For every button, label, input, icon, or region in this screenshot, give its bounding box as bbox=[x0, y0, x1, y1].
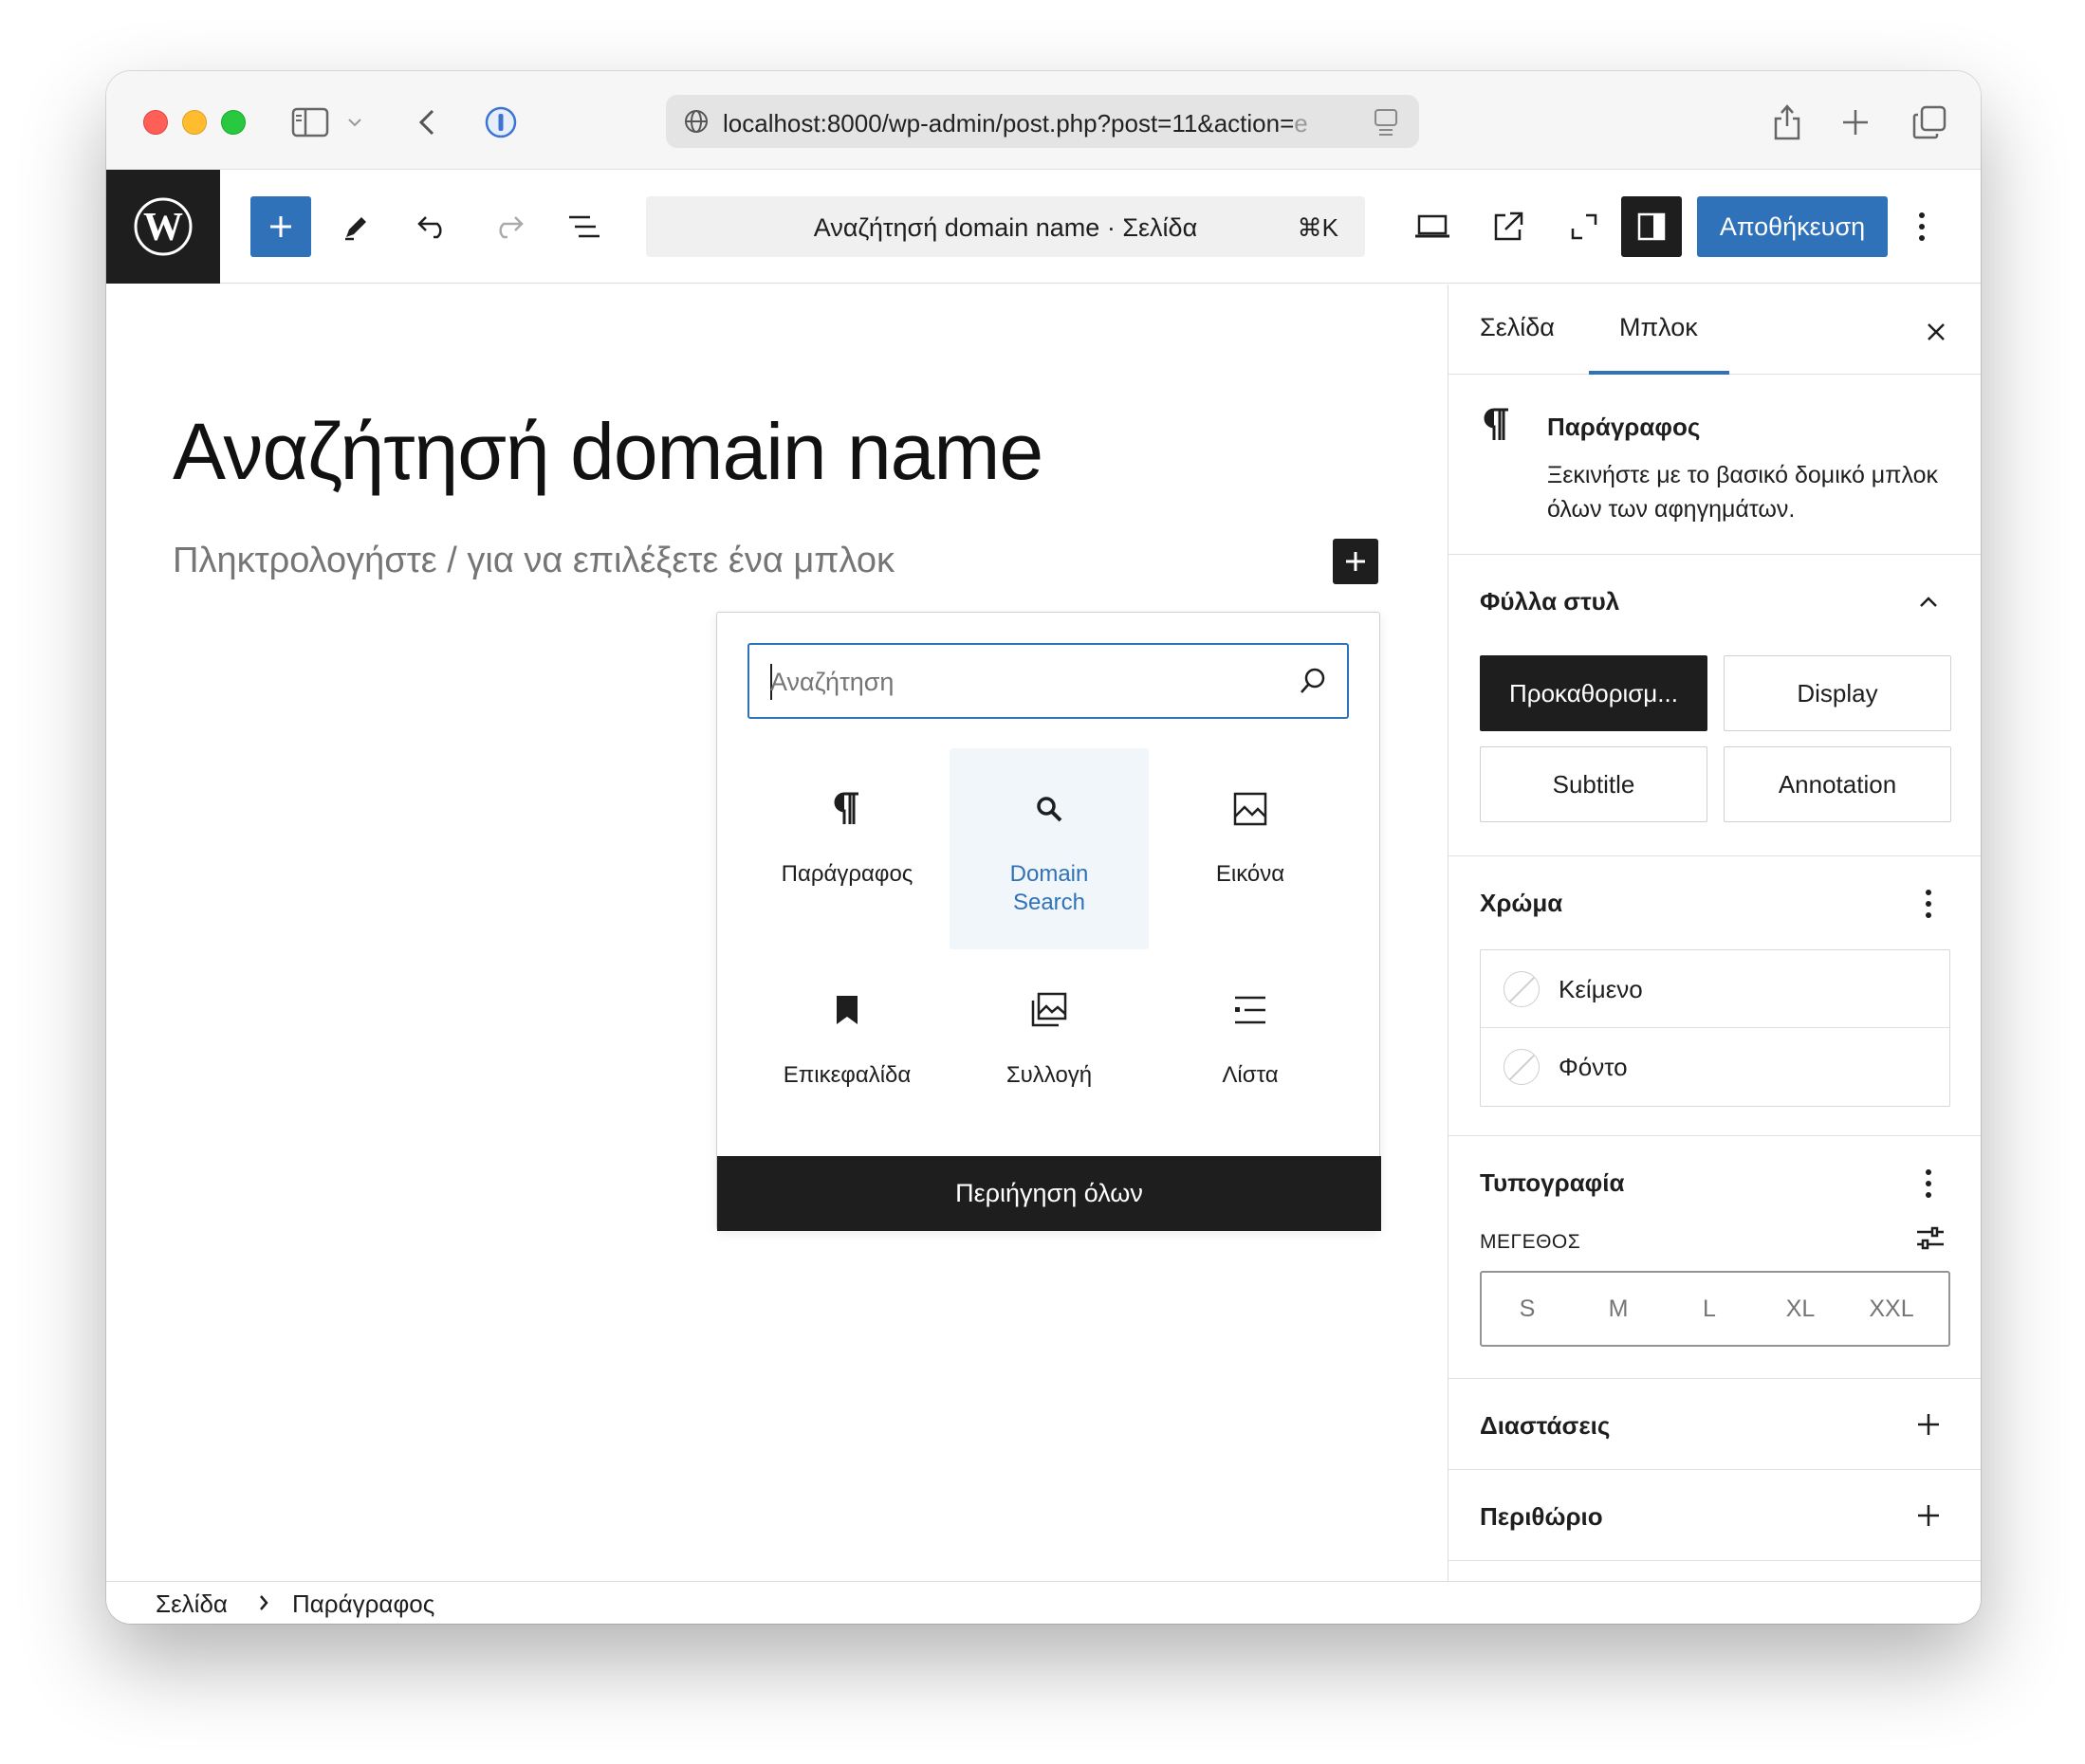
reader-icon[interactable] bbox=[1374, 108, 1398, 141]
close-window-button[interactable] bbox=[143, 110, 168, 135]
gallery-icon bbox=[950, 989, 1149, 1031]
close-icon[interactable] bbox=[1917, 313, 1955, 351]
back-icon[interactable] bbox=[406, 103, 448, 141]
editor-canvas: Αναζήτησή domain name Πληκτρολογήστε / γ… bbox=[106, 285, 1448, 1581]
fullscreen-icon[interactable] bbox=[1554, 196, 1614, 257]
minimize-window-button[interactable] bbox=[182, 110, 207, 135]
save-button[interactable]: Αποθήκευση bbox=[1697, 196, 1888, 257]
document-title: Αναζήτησή domain name · Σελίδα bbox=[813, 213, 1198, 242]
block-card: Παράγραφος Ξεκινήστε με το βασικό δομικό… bbox=[1448, 375, 1981, 555]
search-placeholder: Αναζήτηση bbox=[770, 668, 895, 696]
color-options-icon[interactable] bbox=[1911, 887, 1946, 921]
color-panel-title: Χρώμα bbox=[1480, 889, 1563, 917]
password-manager-icon[interactable] bbox=[480, 103, 522, 141]
plus-icon[interactable] bbox=[1911, 1498, 1946, 1533]
globe-icon bbox=[683, 108, 710, 139]
typography-panel: Τυπογραφία ΜΕΓΕΘΟΣ S M L XL XXL bbox=[1448, 1136, 1981, 1379]
editor-header: W Αναζήτησή domain name · Σελίδα ⌘K Αποθ… bbox=[106, 170, 1981, 284]
background-color-setting[interactable]: Φόντο bbox=[1481, 1028, 1949, 1106]
styles-panel-title[interactable]: Φύλλα στυλ bbox=[1480, 587, 1619, 616]
size-option-xl[interactable]: XL bbox=[1755, 1295, 1846, 1323]
address-bar[interactable]: localhost:8000/wp-admin/post.php?post=11… bbox=[666, 95, 1419, 148]
browser-toolbar: localhost:8000/wp-admin/post.php?post=11… bbox=[106, 71, 1981, 170]
chevron-down-icon[interactable] bbox=[343, 103, 366, 141]
quick-inserter-popover: Αναζήτηση Παράγραφος Domain Search Εικόν… bbox=[716, 612, 1381, 1231]
undo-icon[interactable] bbox=[402, 196, 463, 257]
styles-panel: Φύλλα στυλ Προκαθορισμ... Display Subtit… bbox=[1448, 555, 1981, 856]
font-size-picker: S M L XL XXL bbox=[1480, 1271, 1950, 1347]
view-page-icon[interactable] bbox=[1478, 196, 1539, 257]
block-option-image[interactable]: Εικόνα bbox=[1151, 748, 1350, 949]
browse-all-button[interactable]: Περιήγηση όλων bbox=[717, 1156, 1381, 1231]
block-card-title: Παράγραφος bbox=[1547, 413, 1701, 441]
dimensions-panel[interactable]: Διαστάσεις bbox=[1448, 1379, 1981, 1470]
share-icon[interactable] bbox=[1766, 103, 1808, 141]
block-option-paragraph[interactable]: Παράγραφος bbox=[747, 748, 947, 949]
paragraph-icon bbox=[747, 788, 947, 830]
sidebar-tabs: Σελίδα Μπλοκ bbox=[1448, 285, 1981, 375]
dimensions-panel-title: Διαστάσεις bbox=[1480, 1411, 1611, 1440]
color-panel: Χρώμα Κείμενο Φόντο bbox=[1448, 856, 1981, 1136]
new-tab-icon[interactable] bbox=[1835, 103, 1876, 141]
chevron-right-icon bbox=[258, 1594, 269, 1616]
margin-panel-title: Περιθώριο bbox=[1480, 1502, 1603, 1531]
margin-panel[interactable]: Περιθώριο bbox=[1448, 1470, 1981, 1561]
command-palette-bar[interactable]: Αναζήτησή domain name · Σελίδα ⌘K bbox=[646, 196, 1365, 257]
empty-block-placeholder[interactable]: Πληκτρολογήστε / για να επιλέξετε ένα μπ… bbox=[173, 541, 895, 581]
typography-panel-title: Τυπογραφία bbox=[1480, 1168, 1625, 1197]
settings-panel-toggle[interactable] bbox=[1621, 196, 1682, 257]
url-text: localhost:8000/wp-admin/post.php?post=11… bbox=[723, 109, 1308, 138]
block-inserter-button[interactable] bbox=[250, 196, 311, 257]
size-option-xxl[interactable]: XXL bbox=[1846, 1295, 1937, 1323]
post-title[interactable]: Αναζήτησή domain name bbox=[173, 406, 1043, 498]
paragraph-icon bbox=[1483, 407, 1511, 448]
custom-size-settings-icon[interactable] bbox=[1915, 1225, 1946, 1257]
empty-swatch-icon bbox=[1504, 971, 1540, 1007]
tab-page[interactable]: Σελίδα bbox=[1480, 313, 1555, 342]
browser-window: localhost:8000/wp-admin/post.php?post=11… bbox=[106, 71, 1981, 1624]
search-icon bbox=[950, 788, 1149, 830]
size-label: ΜΕΓΕΘΟΣ bbox=[1480, 1231, 1581, 1253]
block-option-heading[interactable]: Επικεφαλίδα bbox=[747, 949, 947, 1150]
size-option-s[interactable]: S bbox=[1482, 1295, 1573, 1323]
breadcrumb-item-paragraph[interactable]: Παράγραφος bbox=[292, 1589, 434, 1619]
style-option-display[interactable]: Display bbox=[1724, 655, 1951, 731]
typography-options-icon[interactable] bbox=[1911, 1167, 1946, 1201]
image-icon bbox=[1151, 788, 1350, 830]
chevron-up-icon[interactable] bbox=[1911, 585, 1946, 619]
style-option-annotation[interactable]: Annotation bbox=[1724, 746, 1951, 822]
settings-sidebar: Σελίδα Μπλοκ Παράγραφος Ξεκινήστε με το … bbox=[1448, 285, 1981, 1581]
block-option-domain-search[interactable]: Domain Search bbox=[950, 748, 1149, 949]
size-option-l[interactable]: L bbox=[1664, 1295, 1755, 1323]
device-preview-icon[interactable] bbox=[1402, 196, 1463, 257]
block-option-gallery[interactable]: Συλλογή bbox=[950, 949, 1149, 1150]
size-option-m[interactable]: M bbox=[1573, 1295, 1664, 1323]
breadcrumb: Σελίδα Παράγραφος bbox=[106, 1581, 1981, 1624]
text-color-setting[interactable]: Κείμενο bbox=[1481, 950, 1949, 1028]
shortcut-hint: ⌘K bbox=[1297, 213, 1338, 242]
more-options-icon[interactable] bbox=[1903, 196, 1941, 257]
block-option-list[interactable]: Λίστα bbox=[1151, 949, 1350, 1150]
maximize-window-button[interactable] bbox=[221, 110, 246, 135]
style-option-default[interactable]: Προκαθορισμ... bbox=[1480, 655, 1707, 731]
document-overview-icon[interactable] bbox=[554, 196, 615, 257]
tab-overview-icon[interactable] bbox=[1909, 103, 1950, 141]
empty-swatch-icon bbox=[1504, 1049, 1540, 1085]
inline-add-block-button[interactable] bbox=[1333, 539, 1378, 584]
plus-icon[interactable] bbox=[1911, 1407, 1946, 1442]
pencil-icon[interactable] bbox=[326, 196, 387, 257]
search-icon bbox=[1298, 666, 1328, 701]
redo-icon[interactable] bbox=[478, 196, 539, 257]
sidebar-toggle-icon[interactable] bbox=[289, 103, 331, 141]
block-card-description: Ξεκινήστε με το βασικό δομικό μπλοκ όλων… bbox=[1547, 462, 1938, 523]
style-option-subtitle[interactable]: Subtitle bbox=[1480, 746, 1707, 822]
color-settings-list: Κείμενο Φόντο bbox=[1480, 949, 1950, 1107]
wordpress-logo-icon[interactable]: W bbox=[106, 170, 220, 284]
tab-block[interactable]: Μπλοκ bbox=[1619, 313, 1698, 342]
svg-text:W: W bbox=[143, 206, 183, 249]
breadcrumb-item-page[interactable]: Σελίδα bbox=[156, 1589, 228, 1619]
list-icon bbox=[1151, 989, 1350, 1031]
block-search-input[interactable]: Αναζήτηση bbox=[747, 643, 1349, 719]
bookmark-icon bbox=[747, 989, 947, 1031]
